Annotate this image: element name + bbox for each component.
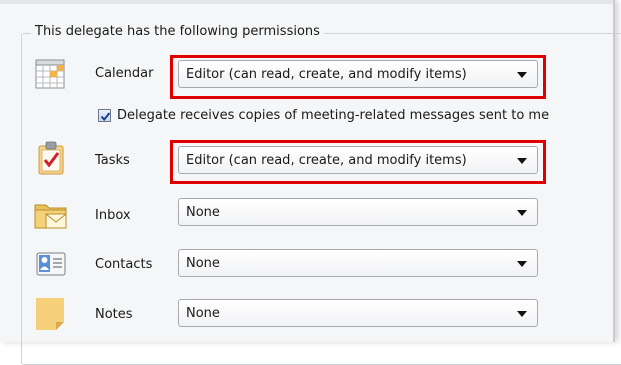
inbox-folder-icon (33, 196, 69, 232)
inbox-label: Inbox (95, 208, 131, 223)
inbox-permission-value: None (186, 205, 220, 220)
meeting-copies-label: Delegate receives copies of meeting-rela… (117, 108, 550, 123)
notes-row: Notes None (0, 296, 613, 336)
notes-permission-dropdown[interactable]: None (178, 299, 538, 327)
notes-icon (33, 296, 69, 332)
dropdown-arrow-icon (517, 210, 527, 216)
meeting-copies-checkbox[interactable] (98, 109, 111, 122)
tasks-highlight-box (170, 140, 546, 184)
inbox-permission-dropdown[interactable]: None (178, 198, 538, 226)
contacts-permission-dropdown[interactable]: None (178, 249, 538, 277)
tasks-label: Tasks (95, 153, 130, 168)
contacts-permission-value: None (186, 256, 220, 271)
contacts-label: Contacts (95, 257, 153, 272)
notes-label: Notes (95, 307, 133, 322)
dropdown-arrow-icon (517, 261, 527, 267)
delegate-permissions-dialog: This delegate has the following permissi… (0, 0, 621, 365)
calendar-label: Calendar (95, 66, 154, 81)
notes-permission-value: None (186, 306, 220, 321)
calendar-highlight-box (170, 55, 546, 99)
inbox-row: Inbox None (0, 196, 613, 236)
tasks-icon (33, 140, 69, 176)
contacts-icon (33, 247, 69, 283)
checkmark-icon (100, 112, 111, 122)
contacts-row: Contacts None (0, 247, 613, 287)
calendar-icon (33, 56, 69, 92)
dropdown-arrow-icon (517, 311, 527, 317)
permissions-group-title: This delegate has the following permissi… (31, 24, 324, 39)
